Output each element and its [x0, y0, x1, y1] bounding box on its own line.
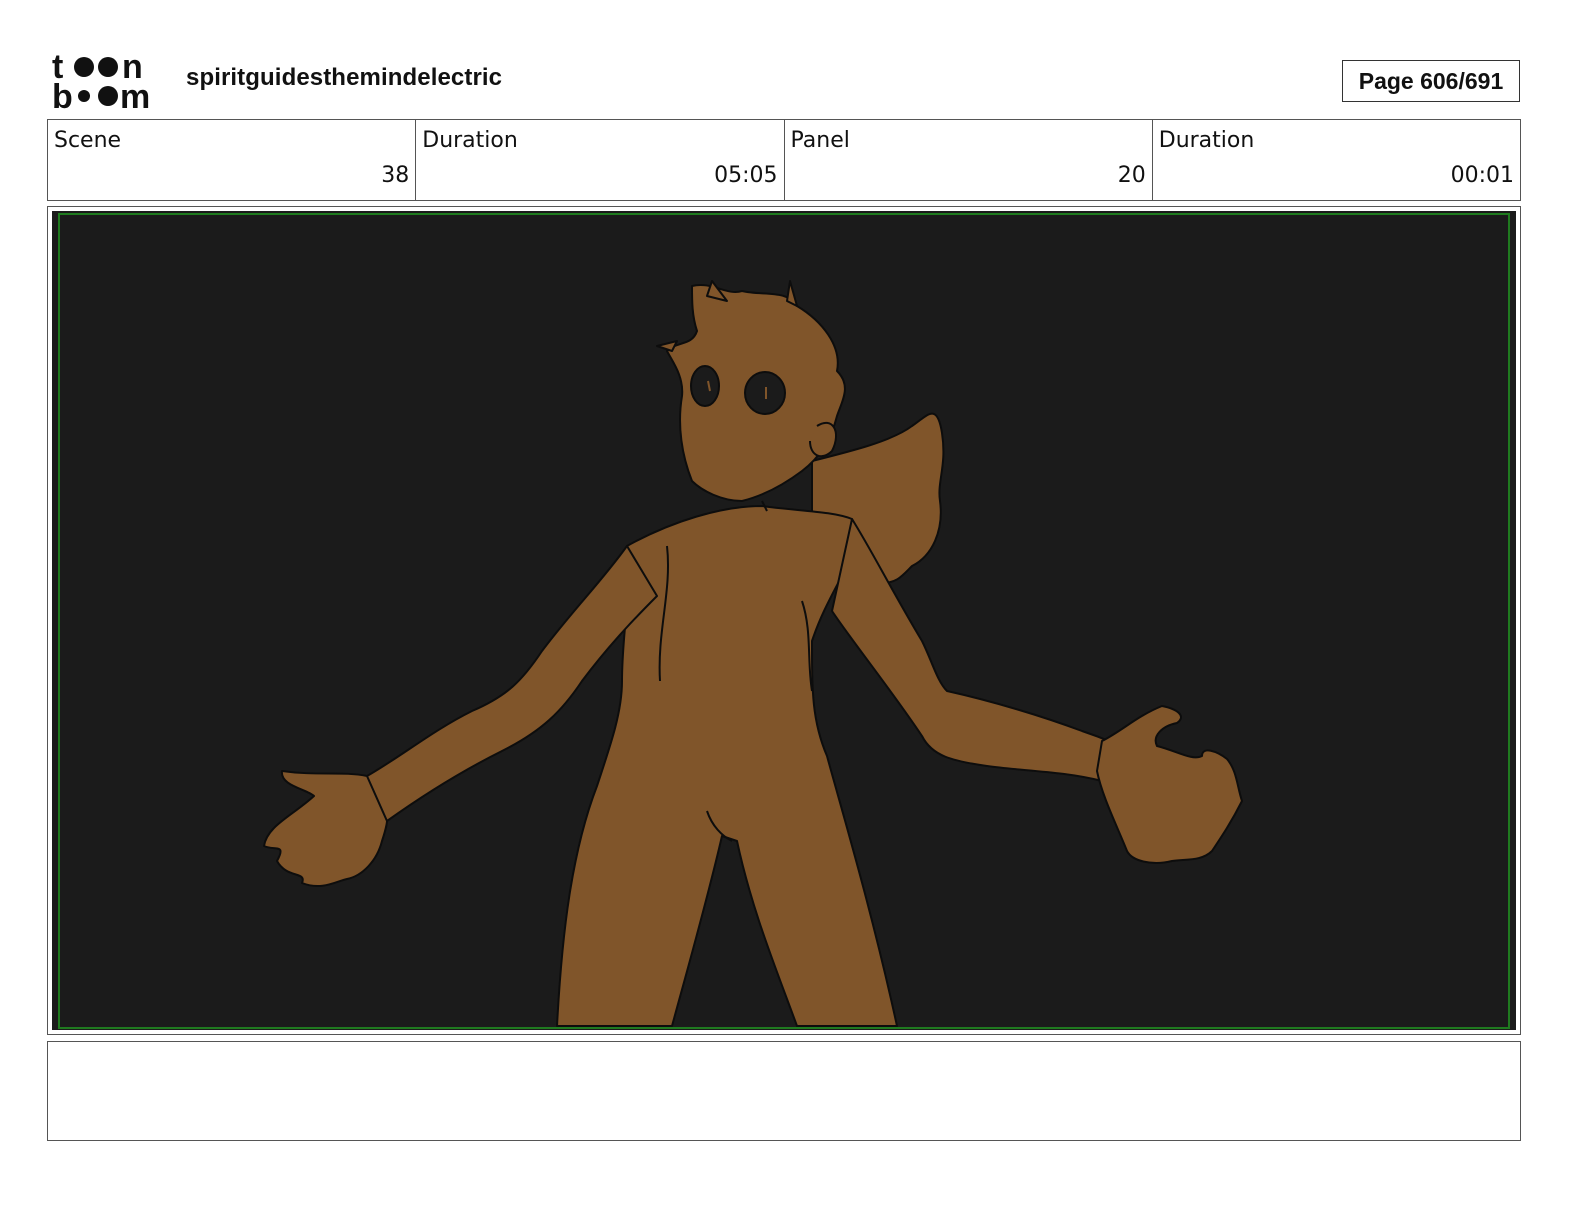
panel-duration-value: 00:01 [1450, 163, 1514, 188]
panel-duration-label: Duration [1158, 128, 1255, 153]
scene-value: 38 [381, 163, 410, 188]
svg-text:m: m [120, 78, 150, 112]
storyboard-panel-image [52, 211, 1516, 1030]
page-indicator: Page 606/691 [1342, 60, 1520, 102]
info-table: Scene 38 Duration 05:05 Panel 20 Duratio… [47, 119, 1521, 201]
panel-value: 20 [1117, 163, 1146, 188]
panel-cell: Panel 20 [785, 120, 1153, 200]
scene-duration-cell: Duration 05:05 [416, 120, 785, 200]
left-eye [690, 365, 720, 407]
left-hand [263, 770, 388, 888]
panel-label: Panel [790, 128, 850, 153]
project-title: spiritguidesthemindelectric [186, 64, 503, 91]
scene-duration-label: Duration [422, 128, 518, 153]
toon-boom-logo: t n b m [52, 50, 150, 112]
scene-label: Scene [54, 128, 122, 153]
notes-box [47, 1041, 1521, 1141]
figure-drawing [263, 280, 1243, 1027]
panel-frame [47, 206, 1521, 1035]
right-hand [1096, 705, 1243, 864]
scene-cell: Scene 38 [48, 120, 417, 200]
svg-text:b: b [52, 78, 73, 112]
scene-duration-value: 05:05 [714, 163, 778, 188]
panel-duration-cell: Duration 00:01 [1153, 120, 1520, 200]
